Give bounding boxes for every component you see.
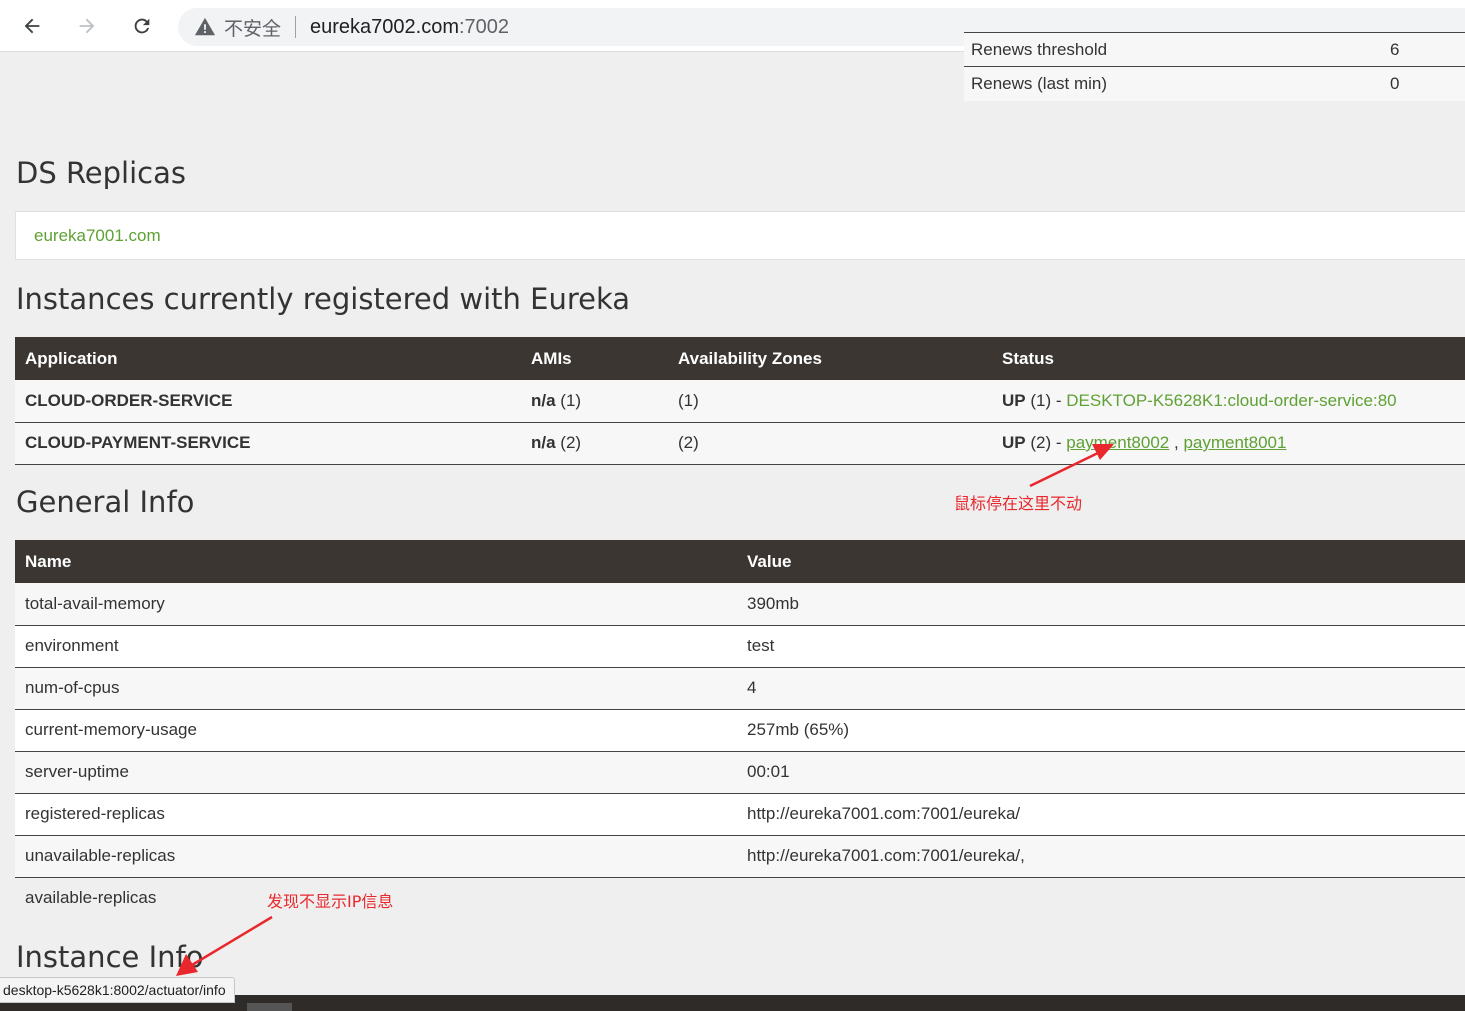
status-up: UP <box>1002 390 1026 410</box>
forward-button[interactable] <box>69 8 105 44</box>
amis-value: n/a <box>531 390 556 410</box>
amis-cell: n/a (1) <box>521 380 668 423</box>
status-up: UP <box>1002 433 1026 452</box>
security-label[interactable]: 不安全 <box>224 14 281 41</box>
link-separator: , <box>1169 433 1184 452</box>
amis-cell: n/a (2) <box>521 422 668 465</box>
scroll-thumb[interactable] <box>247 1003 292 1011</box>
arrow-right-icon <box>79 18 95 34</box>
info-name: total-avail-memory <box>15 583 737 626</box>
info-value: 257mb (65%) <box>737 709 1465 752</box>
info-value: http://eureka7001.com:7001/eureka/ <box>737 793 1465 836</box>
table-row: CLOUD-PAYMENT-SERVICE n/a (2) (2) UP (2)… <box>15 422 1465 465</box>
info-name: environment <box>15 625 737 668</box>
arrow-left-icon <box>24 18 40 34</box>
table-row: server-uptime 00:01 <box>15 751 1465 794</box>
table-header-row: Application AMIs Availability Zones Stat… <box>15 337 1465 380</box>
url-port: :7002 <box>459 15 510 38</box>
table-row: available-replicas <box>15 877 1465 919</box>
table-row: registered-replicas http://eureka7001.com… <box>15 793 1465 836</box>
ip-annotation: 发现不显示IP信息 <box>267 892 394 911</box>
table-row: current-memory-usage 257mb (65%) <box>15 709 1465 752</box>
reload-button[interactable] <box>124 8 160 44</box>
info-value: 390mb <box>737 583 1465 626</box>
table-row: unavailable-replicas http://eureka7001.co… <box>15 835 1465 878</box>
zones-cell: (1) <box>668 380 992 423</box>
column-header[interactable]: Name <box>15 540 737 583</box>
info-name: current-memory-usage <box>15 709 737 752</box>
url-host: eureka7002.com <box>310 15 459 38</box>
status-cell: UP (1) - DESKTOP-K5628K1:cloud-order-ser… <box>992 380 1465 423</box>
reload-icon <box>134 18 150 34</box>
table-row: CLOUD-ORDER-SERVICE n/a (1) (1) UP (1) -… <box>15 380 1465 423</box>
amis-count: (2) <box>555 433 582 452</box>
info-name: unavailable-replicas <box>15 835 737 878</box>
status-cell: UP (2) - payment8002 , payment8001 <box>992 422 1465 465</box>
table-row: num-of-cpus 4 <box>15 667 1465 710</box>
instances-table: Application AMIs Availability Zones Stat… <box>15 337 1465 465</box>
hover-annotation: 鼠标停在这里不动 <box>954 494 1083 513</box>
info-name: num-of-cpus <box>15 667 737 710</box>
amis-count: (1) <box>555 390 582 410</box>
separator <box>295 16 297 38</box>
warning-icon <box>194 17 216 36</box>
info-value: test <box>737 625 1465 668</box>
instance-link[interactable]: DESKTOP-K5628K1:cloud-order-service:80 <box>1066 391 1396 410</box>
ds-replicas-list: eureka7001.com <box>15 211 1465 260</box>
instance-info-title: Instance Info <box>16 940 204 974</box>
status-count: (1) - <box>1025 390 1067 410</box>
stats-name: Renews threshold <box>964 32 1390 67</box>
info-value: http://eureka7001.com:7001/eureka/, <box>737 835 1465 878</box>
back-button[interactable] <box>14 8 50 44</box>
table-row: environment test <box>15 625 1465 668</box>
status-table: Renews threshold 6 Renews (last min) 0 <box>964 32 1465 101</box>
zones-cell: (2) <box>668 422 992 465</box>
application-name: CLOUD-ORDER-SERVICE <box>15 380 521 423</box>
general-info-title: General Info <box>16 485 195 519</box>
column-header[interactable]: Status <box>992 337 1465 380</box>
stats-value: 0 <box>1390 66 1465 101</box>
table-row: total-avail-memory 390mb <box>15 583 1465 626</box>
stats-name: Renews (last min) <box>964 66 1390 101</box>
column-header[interactable]: Value <box>737 540 1465 583</box>
info-value <box>737 877 1465 919</box>
status-count: (2) - <box>1025 433 1067 452</box>
info-name: server-uptime <box>15 751 737 794</box>
stats-row: Renews (last min) 0 <box>964 66 1465 101</box>
replica-link[interactable]: eureka7001.com <box>34 226 161 246</box>
link-status-bubble: desktop-k5628k1:8002/actuator/info <box>0 977 235 1003</box>
column-header[interactable]: Application <box>15 337 521 380</box>
stats-value: 6 <box>1390 32 1465 67</box>
instances-title: Instances currently registered with Eure… <box>16 282 631 316</box>
info-value: 00:01 <box>737 751 1465 794</box>
stats-row: Renews threshold 6 <box>964 32 1465 67</box>
table-header-row: Name Value <box>15 540 1465 583</box>
general-info-table: Name Value total-avail-memory 390mb envir… <box>15 540 1465 919</box>
instance-link[interactable]: payment8002 <box>1066 433 1169 452</box>
amis-value: n/a <box>531 433 556 452</box>
info-name: registered-replicas <box>15 793 737 836</box>
column-header[interactable]: AMIs <box>521 337 668 380</box>
ds-replicas-title: DS Replicas <box>16 156 186 190</box>
instance-link[interactable]: payment8001 <box>1183 433 1286 452</box>
column-header[interactable]: Availability Zones <box>668 337 992 380</box>
application-name: CLOUD-PAYMENT-SERVICE <box>15 422 521 465</box>
info-value: 4 <box>737 667 1465 710</box>
